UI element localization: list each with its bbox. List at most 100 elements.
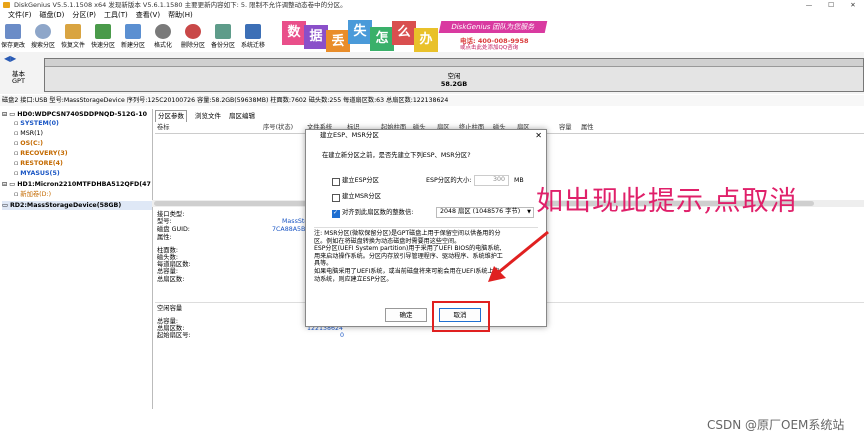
close-icon[interactable]: ✕	[535, 130, 542, 141]
menu-help[interactable]: 帮助(H)	[168, 10, 193, 21]
chevron-down-icon: ▼	[527, 209, 531, 215]
banner-char: 怎	[370, 27, 394, 51]
prop-value: 0	[340, 332, 345, 339]
free-space-block[interactable]: 空闲 58.2GB	[44, 58, 864, 92]
highlight-box	[432, 301, 490, 332]
banner-char: 么	[392, 21, 416, 45]
prop-label: 接口类型:	[157, 211, 185, 218]
annotation-text: 如出现此提示,点取消	[536, 186, 798, 217]
toolbar: 保存更改 搜索分区 恢复文件 快速分区 新建分区 格式化 删除分区 备份分区 系…	[0, 22, 280, 52]
col-header[interactable]: 卷标	[157, 123, 170, 133]
tree-item-rd2[interactable]: ▭ RD2:MassStorageDevice(58GB)	[2, 201, 152, 210]
recover-files-button[interactable]: 恢复文件	[60, 22, 86, 52]
prop-label: 型号:	[157, 218, 172, 225]
align-select-value: 2048 扇区 (1048576 字节)	[440, 208, 521, 215]
esp-size-label: ESP分区的大小:	[426, 177, 472, 184]
tree-item-myasus[interactable]: ▫ MYASUS(5)	[14, 169, 60, 178]
quick-partition-icon	[95, 24, 111, 39]
save-icon	[5, 24, 21, 39]
banner-char: 丢	[326, 30, 350, 52]
quick-partition-button[interactable]: 快速分区	[90, 22, 116, 52]
free-space-size: 58.2GB	[440, 80, 468, 88]
search-icon	[35, 24, 51, 39]
tree-item-system[interactable]: ▫ SYSTEM(0)	[14, 119, 59, 128]
backup-partition-button[interactable]: 备份分区	[210, 22, 236, 52]
tab-sector-editor[interactable]: 扇区编辑	[229, 111, 255, 122]
tree-item-os[interactable]: ▫ OS(C:)	[14, 139, 43, 148]
menu-file[interactable]: 文件(F)	[8, 10, 32, 21]
menu-view[interactable]: 查看(V)	[136, 10, 160, 21]
banner-char: 数	[282, 21, 306, 45]
detail-tabs: 分区参数 浏览文件 扇区编辑	[155, 110, 864, 122]
tree-item-volume-d[interactable]: ▫ 新加卷(D:)	[14, 190, 51, 199]
title-bar: DiskGenius V5.5.1.1508 x64 发现新版本 V5.6.1.…	[0, 0, 864, 10]
prop-label: 每道扇区数:	[157, 261, 191, 268]
delete-icon	[185, 24, 201, 39]
migration-icon	[245, 24, 261, 39]
prop-label: 起始扇区号:	[157, 332, 191, 339]
prop-label: 空闲容量	[157, 305, 183, 312]
banner-qq: 或点击此处添加QQ咨询	[460, 45, 519, 51]
prop-label: 总扇区数:	[157, 325, 185, 332]
tree-item-hd0[interactable]: ⊟ ▭ HD0:WDPCSN740SDDPNQD-512G-10	[2, 110, 147, 119]
ok-button[interactable]: 确定	[385, 308, 427, 322]
tree-item-hd1[interactable]: ⊟ ▭ HD1:Micron2210MTFDHBA512QFD(47	[2, 180, 151, 189]
esp-checkbox[interactable]	[332, 178, 340, 186]
disk-info-line: 磁盘2 接口:USB 型号:MassStorageDevice 序列号:125C…	[0, 95, 864, 106]
align-label: 对齐到此扇区数的整数倍:	[342, 209, 414, 216]
esp-size-input[interactable]: 300	[474, 175, 509, 186]
prop-label: 总扇区数:	[157, 276, 185, 283]
align-select[interactable]: 2048 扇区 (1048576 字节) ▼	[436, 207, 534, 218]
esp-label: 建立ESP分区	[342, 177, 379, 184]
tab-browse-files[interactable]: 浏览文件	[195, 111, 221, 122]
format-button[interactable]: 格式化	[150, 22, 176, 52]
tree-item-restore[interactable]: ▫ RESTORE(4)	[14, 159, 63, 168]
prop-label: 柱面数:	[157, 247, 179, 254]
col-header[interactable]: 属性	[581, 123, 594, 133]
tree-item-msr[interactable]: ▫ MSR(1)	[14, 129, 43, 138]
menu-disk[interactable]: 磁盘(D)	[40, 10, 65, 21]
disk-icon: ▭	[2, 202, 10, 209]
menu-tools[interactable]: 工具(T)	[104, 10, 128, 21]
watermark: CSDN @原厂OEM系统站	[707, 418, 845, 432]
check-icon: ✓	[333, 209, 339, 216]
banner-char: 据	[304, 25, 328, 49]
ad-banner[interactable]: 数 据 丢 失 怎 么 办 DiskGenius 团队为您服务 电话: 400-…	[280, 18, 548, 52]
disk-scheme: GPT	[12, 77, 25, 85]
free-space-label: 空闲	[447, 72, 461, 80]
tree-item-recovery[interactable]: ▫ RECOVERY(3)	[14, 149, 68, 158]
save-changes-button[interactable]: 保存更改	[0, 22, 26, 52]
window-title: DiskGenius V5.5.1.1508 x64 发现新版本 V5.6.1.…	[14, 1, 347, 9]
new-partition-icon	[125, 24, 141, 39]
align-checkbox[interactable]: ✓	[332, 209, 340, 218]
backup-icon	[215, 24, 231, 39]
prop-label: 磁盘 GUID:	[157, 226, 190, 233]
prop-label: 属性:	[157, 234, 172, 241]
search-partition-button[interactable]: 搜索分区	[30, 22, 56, 52]
disk-tree: ⊟ ▭ HD0:WDPCSN740SDDPNQD-512G-10 ▫ SYSTE…	[0, 109, 153, 409]
maximize-icon[interactable]: ☐	[820, 0, 842, 10]
prop-label: 总容量:	[157, 318, 179, 325]
prop-label: 磁头数:	[157, 254, 179, 261]
dialog-title: 建立ESP、MSR分区	[306, 130, 546, 141]
new-partition-button[interactable]: 新建分区	[120, 22, 146, 52]
col-header[interactable]: 序号(状态)	[263, 123, 293, 133]
delete-partition-button[interactable]: 删除分区	[180, 22, 206, 52]
minimize-icon[interactable]: —	[798, 0, 820, 10]
menu-bar: 文件(F) 磁盘(D) 分区(P) 工具(T) 查看(V) 帮助(H)	[0, 10, 280, 21]
recover-icon	[65, 24, 81, 39]
format-icon	[155, 24, 171, 39]
msr-checkbox[interactable]	[332, 194, 340, 202]
banner-brand: DiskGenius 团队为您服务	[438, 21, 548, 33]
system-migration-button[interactable]: 系统迁移	[240, 22, 266, 52]
prop-label: 总容量:	[157, 268, 179, 275]
col-header[interactable]: 容量	[559, 123, 572, 133]
arrow-icon	[488, 230, 549, 282]
banner-char: 办	[414, 28, 438, 52]
menu-partition[interactable]: 分区(P)	[72, 10, 96, 21]
nav-arrows-icon[interactable]: ◀▶	[4, 54, 16, 63]
msr-label: 建立MSR分区	[342, 193, 381, 200]
close-icon[interactable]: ✕	[842, 0, 864, 10]
dialog-prompt: 在建立新分区之前，是否先建立下列ESP、MSR分区?	[322, 152, 471, 159]
tab-partition-params[interactable]: 分区参数	[155, 110, 187, 122]
